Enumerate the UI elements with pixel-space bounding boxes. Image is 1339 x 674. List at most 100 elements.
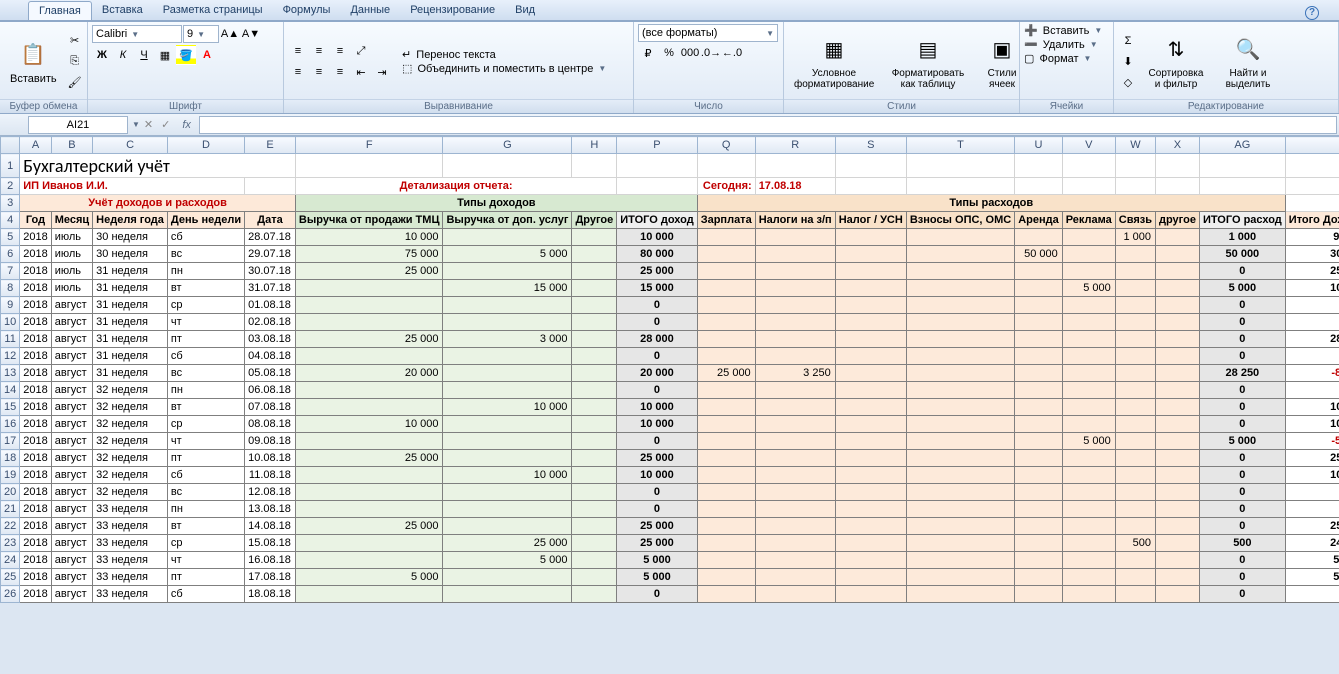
hdr-tax1: Налоги на з/п [755, 212, 835, 229]
col-header[interactable]: X [1156, 137, 1200, 154]
align-middle-icon[interactable]: ≡ [309, 41, 329, 61]
grow-font-icon[interactable]: A▲ [220, 24, 240, 44]
currency-icon[interactable]: ₽ [638, 43, 658, 63]
name-box[interactable]: AI21 [28, 116, 128, 134]
col-header[interactable]: R [755, 137, 835, 154]
subtitle: ИП Иванов И.И. [20, 178, 245, 195]
hdr-ins: Взносы ОПС, ОМС [906, 212, 1014, 229]
table-row: 142018август32 неделяпн06.08.18000 [1, 382, 1339, 399]
col-header[interactable]: P [617, 137, 697, 154]
font-name-combo[interactable]: Calibri▼ [92, 25, 182, 43]
spreadsheet-grid[interactable]: ABCDEFGHPQRSTUVWXAGAHAI1Бухгалтерский уч… [0, 136, 1339, 603]
underline-button[interactable]: Ч [134, 45, 154, 65]
col-header[interactable]: S [835, 137, 906, 154]
table-row: 222018август33 неделявт14.08.1825 00025 … [1, 518, 1339, 535]
col-header[interactable]: H [572, 137, 617, 154]
select-all[interactable] [1, 137, 20, 154]
insert-cells-button[interactable]: ➕ Вставить▼ [1024, 24, 1109, 37]
table-row: 212018август33 неделяпн13.08.18000 [1, 501, 1339, 518]
table-row: 112018август31 неделяпт03.08.1825 0003 0… [1, 331, 1339, 348]
format-icon: ▢ [1024, 52, 1034, 65]
cut-icon[interactable]: ✂ [65, 31, 85, 51]
table-row: 262018август33 неделясб18.08.18000 [1, 586, 1339, 603]
col-header[interactable]: G [443, 137, 572, 154]
number-format-combo[interactable]: (все форматы)▼ [638, 24, 778, 42]
bold-button[interactable]: Ж [92, 45, 112, 65]
autosum-icon[interactable]: Σ [1118, 31, 1138, 51]
format-table-button[interactable]: ▤Форматировать как таблицу [882, 32, 974, 92]
align-top-icon[interactable]: ≡ [288, 41, 308, 61]
paste-label: Вставить [10, 73, 57, 85]
dec-decimal-icon[interactable]: ←.0 [722, 43, 742, 63]
align-right-icon[interactable]: ≡ [330, 62, 350, 82]
wrap-text-button[interactable]: ↵ Перенос текста [402, 48, 606, 61]
col-header[interactable]: B [51, 137, 92, 154]
paste-button[interactable]: 📋 Вставить [4, 37, 63, 87]
table-row: 152018август32 неделявт07.08.1810 00010 … [1, 399, 1339, 416]
col-header[interactable]: F [295, 137, 443, 154]
col-header[interactable]: C [93, 137, 168, 154]
namebox-arrow-icon[interactable]: ▼ [132, 120, 140, 129]
tab-3[interactable]: Формулы [273, 1, 341, 20]
tab-1[interactable]: Вставка [92, 1, 153, 20]
fill-icon[interactable]: ⬇ [1118, 52, 1138, 72]
indent-dec-icon[interactable]: ⇤ [351, 62, 371, 82]
col-header[interactable]: T [906, 137, 1014, 154]
format-cells-button[interactable]: ▢ Формат▼ [1024, 52, 1109, 65]
fx-icon[interactable]: fx [182, 119, 191, 131]
col-header[interactable]: W [1115, 137, 1155, 154]
italic-button[interactable]: К [113, 45, 133, 65]
enter-icon[interactable]: ✓ [161, 118, 170, 131]
font-color-icon[interactable]: A [197, 45, 217, 65]
hdr-adv: Реклама [1062, 212, 1115, 229]
align-bottom-icon[interactable]: ≡ [330, 41, 350, 61]
merge-button[interactable]: ⬚ Объединить и поместить в центре▼ [402, 62, 606, 75]
col-header[interactable]: U [1015, 137, 1063, 154]
table-row: 252018август33 неделяпт17.08.185 0005 00… [1, 569, 1339, 586]
tab-4[interactable]: Данные [340, 1, 400, 20]
table-row: 52018июль30 неделясб28.07.1810 00010 000… [1, 229, 1339, 246]
hdr-totexp: ИТОГО расход [1199, 212, 1285, 229]
cancel-icon[interactable]: ✕ [144, 118, 153, 131]
formula-input[interactable] [199, 116, 1337, 134]
conditional-format-button[interactable]: ▦Условное форматирование [788, 32, 880, 92]
indent-inc-icon[interactable]: ⇥ [372, 62, 392, 82]
font-size-combo[interactable]: 9▼ [183, 25, 219, 43]
format-painter-icon[interactable]: 🖌 [65, 73, 85, 93]
col-header[interactable]: A [20, 137, 51, 154]
hdr-date: Дата [245, 212, 296, 229]
table-row: 162018август32 неделяср08.08.1810 00010 … [1, 416, 1339, 433]
title: Бухгалтерский учёт [20, 154, 296, 178]
align-center-icon[interactable]: ≡ [309, 62, 329, 82]
border-icon[interactable]: ▦ [155, 45, 175, 65]
find-select-button[interactable]: 🔍Найти и выделить [1214, 32, 1282, 92]
col-header[interactable]: D [167, 137, 244, 154]
hdr-rent: Аренда [1015, 212, 1063, 229]
table-row: 172018август32 неделячт09.08.1805 0005 0… [1, 433, 1339, 450]
today-label: Сегодня: [697, 178, 755, 195]
comma-icon[interactable]: 000 [680, 43, 700, 63]
copy-icon[interactable]: ⎘ [65, 52, 85, 72]
delete-cells-button[interactable]: ➖ Удалить▼ [1024, 38, 1109, 51]
sort-filter-button[interactable]: ⇅Сортировка и фильтр [1140, 32, 1212, 92]
shrink-font-icon[interactable]: A▼ [241, 24, 261, 44]
clear-icon[interactable]: ◇ [1118, 73, 1138, 93]
insert-icon: ➕ [1024, 24, 1038, 37]
percent-icon[interactable]: % [659, 43, 679, 63]
col-header[interactable]: V [1062, 137, 1115, 154]
group-cells-label: Ячейки [1020, 99, 1113, 113]
tab-2[interactable]: Разметка страницы [153, 1, 273, 20]
inc-decimal-icon[interactable]: .0→ [701, 43, 721, 63]
tab-6[interactable]: Вид [505, 1, 545, 20]
orientation-icon[interactable]: ⤢ [351, 41, 371, 61]
col-header[interactable]: Q [697, 137, 755, 154]
tab-5[interactable]: Рецензирование [400, 1, 505, 20]
col-header[interactable]: E [245, 137, 296, 154]
tab-0[interactable]: Главная [28, 1, 92, 20]
align-left-icon[interactable]: ≡ [288, 62, 308, 82]
help-icon[interactable]: ? [1305, 6, 1319, 20]
row-header[interactable]: 1 [1, 154, 20, 178]
fill-color-icon[interactable]: 🪣 [176, 45, 196, 65]
col-header[interactable]: AH [1285, 137, 1339, 154]
col-header[interactable]: AG [1199, 137, 1285, 154]
